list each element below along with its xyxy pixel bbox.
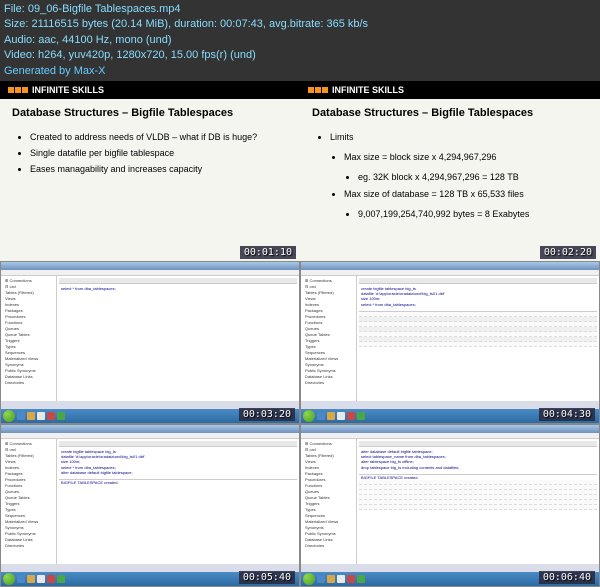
taskbar-icon[interactable] <box>57 575 65 583</box>
sql-line[interactable]: select * from dba_tablespaces; <box>59 286 297 291</box>
taskbar-icon[interactable] <box>337 575 345 583</box>
taskbar-icon[interactable] <box>327 575 335 583</box>
taskbar-icon[interactable] <box>27 412 35 420</box>
taskbar-icon[interactable] <box>47 412 55 420</box>
taskbar-icon[interactable] <box>47 575 55 583</box>
bullet-item: eg. 32K block x 4,294,967,296 = 128 TB <box>358 169 584 185</box>
start-button[interactable] <box>303 573 315 585</box>
media-info-header: File: 09_06-Bigfile Tablespaces.mp4 Size… <box>0 0 600 81</box>
slide-brand-header: INFINITE SKILLS <box>300 81 600 99</box>
sql-editor[interactable]: create bigfile tablespace big_ts datafil… <box>357 276 599 401</box>
slide-bullets: Limits Max size = block size x 4,294,967… <box>300 123 600 228</box>
timestamp-badge: 00:05:40 <box>239 571 295 584</box>
timestamp-badge: 00:03:20 <box>239 408 295 421</box>
screenshots-row-2: ⊞ Connections ⊟ orcl Tables (Filtered) V… <box>0 424 600 587</box>
taskbar-icon[interactable] <box>17 575 25 583</box>
editor-tab[interactable] <box>59 441 297 447</box>
screenshot-4: ⊞ Connections ⊟ orcl Tables (Filtered) V… <box>300 261 600 424</box>
size-info: Size: 21116515 bytes (20.14 MiB), durati… <box>4 17 596 32</box>
sql-editor[interactable]: create bigfile tablespace big_ts datafil… <box>57 439 299 564</box>
bullet-item: Max size = block size x 4,294,967,296 eg… <box>344 149 584 185</box>
bullet-item: Single datafile per bigfile tablespace <box>30 145 284 161</box>
window-titlebar[interactable] <box>301 425 599 433</box>
window-titlebar[interactable] <box>1 262 299 270</box>
start-button[interactable] <box>303 410 315 422</box>
taskbar-icon[interactable] <box>317 575 325 583</box>
brand-logo-icon <box>8 87 28 93</box>
window-titlebar[interactable] <box>1 425 299 433</box>
tree-item[interactable]: Directories <box>303 380 354 386</box>
bullet-item: Created to address needs of VLDB – what … <box>30 129 284 145</box>
results-output[interactable]: BIGFILE TABLESPACE created. <box>359 474 597 510</box>
taskbar-icon[interactable] <box>57 412 65 420</box>
sql-editor[interactable]: alter database default bigfile tablespac… <box>357 439 599 564</box>
start-button[interactable] <box>3 573 15 585</box>
timestamp-badge: 00:01:10 <box>240 246 296 259</box>
slide-1: INFINITE SKILLS Database Structures – Bi… <box>0 81 300 261</box>
taskbar-icon[interactable] <box>357 412 365 420</box>
slide-title: Database Structures – Bigfile Tablespace… <box>0 99 300 123</box>
sql-editor[interactable]: select * from dba_tablespaces; <box>57 276 299 401</box>
editor-tab[interactable] <box>59 278 297 284</box>
connections-tree[interactable]: ⊞ Connections ⊟ orcl Tables (Filtered) V… <box>301 276 357 401</box>
results-grid[interactable] <box>359 311 597 347</box>
screenshot-6: ⊞ Connections ⊟ orcl Tables (Filtered) V… <box>300 424 600 587</box>
screenshot-3: ⊞ Connections ⊟ orcl Tables (Filtered) V… <box>0 261 300 424</box>
audio-info: Audio: aac, 44100 Hz, mono (und) <box>4 33 596 48</box>
taskbar-icon[interactable] <box>327 412 335 420</box>
taskbar-icon[interactable] <box>347 575 355 583</box>
screenshot-5: ⊞ Connections ⊟ orcl Tables (Filtered) V… <box>0 424 300 587</box>
start-button[interactable] <box>3 410 15 422</box>
video-info: Video: h264, yuv420p, 1280x720, 15.00 fp… <box>4 48 596 63</box>
connections-tree[interactable]: ⊞ Connections ⊟ orcl Tables (Filtered) V… <box>1 439 57 564</box>
bullet-item: 9,007,199,254,740,992 bytes = 8 Exabytes <box>358 206 584 222</box>
window-titlebar[interactable] <box>301 262 599 270</box>
taskbar-icon[interactable] <box>27 575 35 583</box>
brand-text: INFINITE SKILLS <box>32 85 104 95</box>
output-line <box>359 505 597 510</box>
sql-line[interactable]: alter database default bigfile tablespac… <box>59 470 297 475</box>
timestamp-badge: 00:02:20 <box>540 246 596 259</box>
timestamp-badge: 00:06:40 <box>539 571 595 584</box>
brand-text: INFINITE SKILLS <box>332 85 404 95</box>
tree-item[interactable]: Directories <box>3 543 54 549</box>
slide-brand-header: INFINITE SKILLS <box>0 81 300 99</box>
bullet-item: Max size of database = 128 TB x 65,533 f… <box>344 186 584 222</box>
slide-bullets: Created to address needs of VLDB – what … <box>0 123 300 184</box>
tree-item[interactable]: Directories <box>303 543 354 549</box>
editor-tab[interactable] <box>359 278 597 284</box>
brand-logo-icon <box>308 87 328 93</box>
taskbar-icon[interactable] <box>347 412 355 420</box>
output-line: BIGFILE TABLESPACE created. <box>59 480 297 485</box>
bullet-item: Eases managability and increases capacit… <box>30 161 284 177</box>
generated-info: Generated by Max-X <box>4 64 596 79</box>
connections-tree[interactable]: ⊞ Connections ⊟ orcl Tables (Filtered) V… <box>1 276 57 401</box>
timestamp-badge: 00:04:30 <box>539 408 595 421</box>
bullet-item: Limits Max size = block size x 4,294,967… <box>330 129 584 222</box>
taskbar-icon[interactable] <box>337 412 345 420</box>
sql-line[interactable]: drop tablespace big_ts including content… <box>359 465 597 470</box>
slide-2: INFINITE SKILLS Database Structures – Bi… <box>300 81 600 261</box>
connections-tree[interactable]: ⊞ Connections ⊟ orcl Tables (Filtered) V… <box>301 439 357 564</box>
tree-item[interactable]: Directories <box>3 380 54 386</box>
taskbar-icon[interactable] <box>17 412 25 420</box>
editor-tab[interactable] <box>359 441 597 447</box>
sql-line[interactable]: select * from dba_tablespaces; <box>359 302 597 307</box>
grid-row[interactable] <box>359 342 597 347</box>
results-output[interactable]: BIGFILE TABLESPACE created. <box>59 479 297 485</box>
taskbar-icon[interactable] <box>37 412 45 420</box>
slide-title: Database Structures – Bigfile Tablespace… <box>300 99 600 123</box>
file-info: File: 09_06-Bigfile Tablespaces.mp4 <box>4 2 596 17</box>
screenshots-row-1: ⊞ Connections ⊟ orcl Tables (Filtered) V… <box>0 261 600 424</box>
slides-row-1: INFINITE SKILLS Database Structures – Bi… <box>0 81 600 261</box>
taskbar-icon[interactable] <box>37 575 45 583</box>
taskbar-icon[interactable] <box>317 412 325 420</box>
taskbar-icon[interactable] <box>357 575 365 583</box>
